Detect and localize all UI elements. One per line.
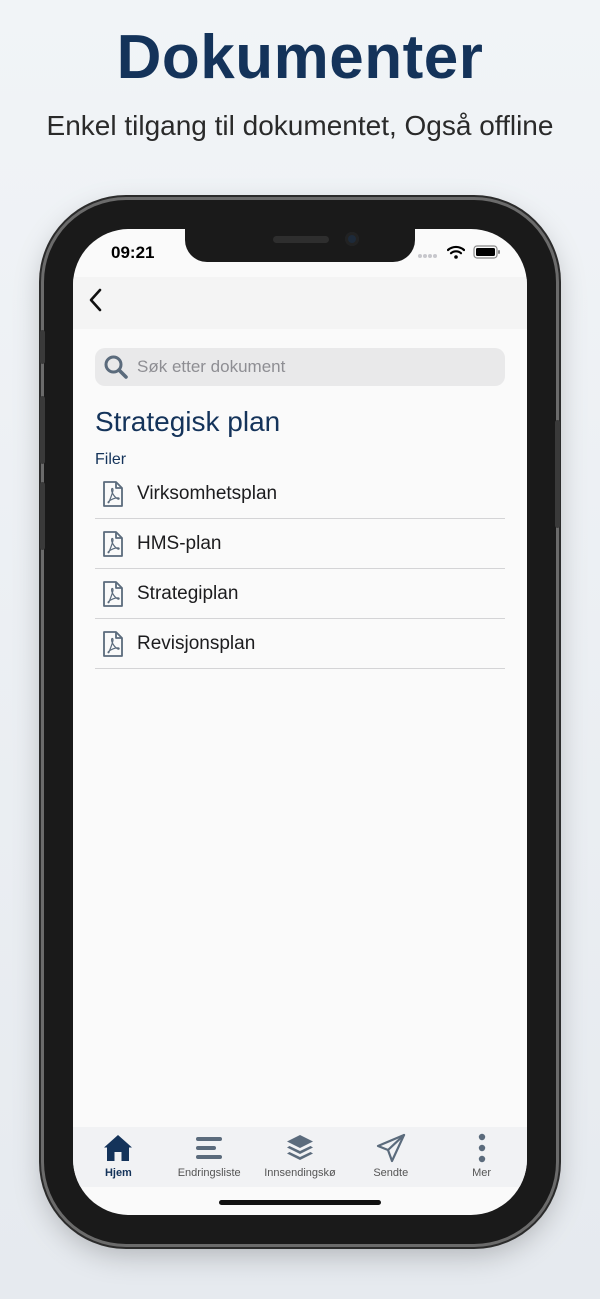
nav-bar [73, 277, 527, 329]
status-time: 09:21 [111, 243, 155, 262]
file-name: HMS-plan [137, 532, 222, 554]
file-name: Revisjonsplan [137, 632, 256, 654]
home-indicator[interactable] [219, 1200, 381, 1205]
chevron-left-icon [88, 288, 104, 317]
folder-title: Strategisk plan [95, 406, 281, 437]
battery-icon [473, 245, 501, 264]
tab-mer[interactable]: Mer [436, 1127, 527, 1187]
search-bar[interactable] [95, 348, 505, 386]
file-item-hms-plan[interactable]: HMS-plan [95, 519, 505, 569]
layers-icon [286, 1135, 313, 1160]
search-input[interactable] [135, 356, 489, 378]
pdf-file-icon [103, 580, 123, 607]
tab-sendte[interactable]: Sendte [345, 1127, 436, 1187]
tab-hjem[interactable]: Hjem [73, 1127, 164, 1187]
search-icon [104, 355, 128, 379]
earpiece-speaker [273, 236, 329, 243]
phone-mute-switch [40, 330, 45, 364]
promo-subtitle: Enkel tilgang til dokumentet, Også offli… [46, 110, 554, 141]
file-name: Strategiplan [137, 582, 239, 604]
files-section-label: Filer [95, 451, 127, 468]
wifi-icon [446, 245, 466, 264]
tab-label: Hjem [104, 1167, 132, 1179]
file-item-virksomhetsplan[interactable]: Virksomhetsplan [95, 469, 505, 519]
file-item-strategiplan[interactable]: Strategiplan [95, 569, 505, 619]
paper-plane-icon [376, 1133, 405, 1163]
tab-endringsliste[interactable]: Endringsliste [164, 1127, 255, 1187]
more-vertical-icon [478, 1133, 485, 1163]
file-list: Virksomhetsplan HMS-plan Strategiplan Re… [95, 469, 505, 669]
tab-label: Endringsliste [177, 1167, 241, 1179]
list-icon [196, 1137, 223, 1159]
file-item-revisjonsplan[interactable]: Revisjonsplan [95, 619, 505, 669]
phone-volume-up-button [40, 396, 45, 464]
phone-screen: 09:21 Strategisk plan Filer Virksomhetsp… [73, 229, 527, 1215]
tab-innsendingsko[interactable]: Innsendingskø [255, 1127, 346, 1187]
home-icon [104, 1135, 133, 1161]
pdf-file-icon [103, 480, 123, 507]
notch [185, 229, 415, 262]
front-camera [345, 232, 359, 246]
pdf-file-icon [103, 630, 123, 657]
file-name: Virksomhetsplan [137, 482, 278, 504]
promo-title: Dokumenter [116, 23, 484, 92]
status-icons [417, 245, 501, 264]
phone-volume-down-button [40, 482, 45, 550]
tab-bar: Hjem Endringsliste Innsendingskø Sendte … [73, 1127, 527, 1187]
back-button[interactable] [79, 285, 113, 319]
tab-label: Mer [472, 1167, 492, 1179]
tab-label: Innsendingskø [264, 1167, 336, 1179]
pdf-file-icon [103, 530, 123, 557]
phone-power-button [555, 420, 560, 528]
tab-label: Sendte [373, 1167, 409, 1179]
signal-dots-icon [417, 246, 439, 264]
